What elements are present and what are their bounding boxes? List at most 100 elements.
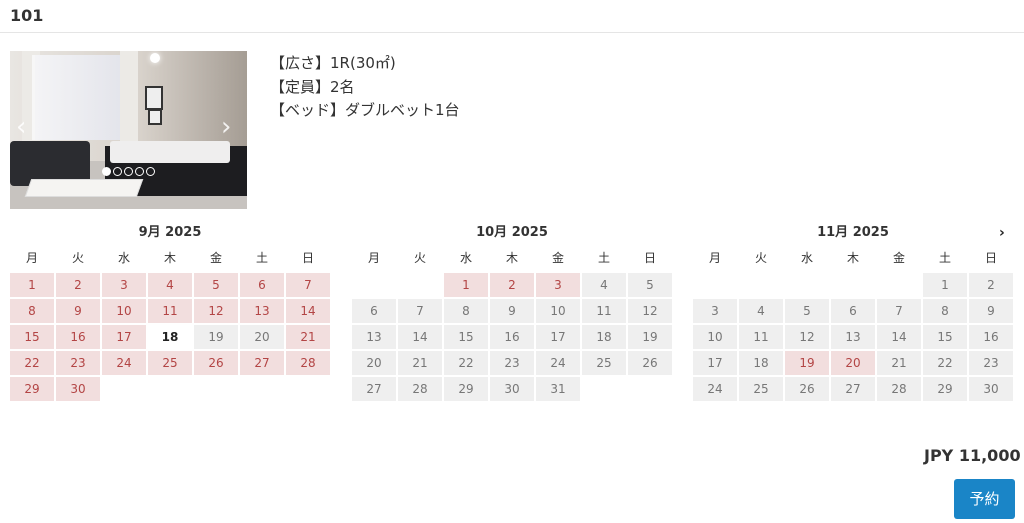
- weekday-label: 火: [71, 251, 84, 265]
- calendar-empty-cell: [398, 273, 442, 297]
- calendar-day: 5: [628, 273, 672, 297]
- calendar-day: 19: [194, 325, 238, 349]
- calendar-day: 28: [877, 377, 921, 401]
- calendar-day: 29: [444, 377, 488, 401]
- calendar-day: 30: [969, 377, 1013, 401]
- calendar-day: 6: [831, 299, 875, 323]
- carousel-dot[interactable]: [102, 167, 111, 176]
- calendar-day[interactable]: 20: [831, 351, 875, 375]
- weekday-label: 日: [643, 251, 656, 265]
- carousel-dot[interactable]: [124, 167, 133, 176]
- calendar-day[interactable]: 15: [10, 325, 54, 349]
- weekday-label: 水: [800, 251, 813, 265]
- calendar-day: 9: [490, 299, 534, 323]
- calendar-day: 1: [923, 273, 967, 297]
- carousel-dot[interactable]: [113, 167, 122, 176]
- photo-window: [32, 55, 133, 140]
- spec-size: 【広さ】1R(30㎡): [270, 54, 396, 72]
- weekday-label: 日: [301, 251, 314, 265]
- calendar-day[interactable]: 16: [56, 325, 100, 349]
- photo-table: [24, 179, 144, 197]
- room-photo-carousel[interactable]: ‹ ›: [10, 51, 247, 209]
- calendar-day[interactable]: 2: [56, 273, 100, 297]
- weekday-label: 月: [708, 251, 721, 265]
- calendar-day[interactable]: 26: [194, 351, 238, 375]
- calendar-day: 24: [693, 377, 737, 401]
- calendar-day[interactable]: 29: [10, 377, 54, 401]
- calendar-day[interactable]: 14: [286, 299, 330, 323]
- calendar-day: 8: [444, 299, 488, 323]
- calendar-day[interactable]: 2: [490, 273, 534, 297]
- calendar-day: 20: [352, 351, 396, 375]
- calendar-day[interactable]: 27: [240, 351, 284, 375]
- calendar-day[interactable]: 3: [536, 273, 580, 297]
- weekday-label: 火: [413, 251, 426, 265]
- weekday-label: 金: [892, 251, 905, 265]
- calendar-day: 17: [536, 325, 580, 349]
- calendar-day: 22: [923, 351, 967, 375]
- calendar-day[interactable]: 3: [102, 273, 146, 297]
- calendar-day: 26: [628, 351, 672, 375]
- calendar-day: 15: [923, 325, 967, 349]
- calendar-day: 7: [877, 299, 921, 323]
- room-title: 101: [10, 6, 44, 25]
- weekday-label: 水: [117, 251, 130, 265]
- room-specs: 【広さ】1R(30㎡) 【定員】2名 【ベッド】ダブルベット1台: [270, 52, 460, 123]
- book-button[interactable]: 予約: [954, 479, 1015, 519]
- photo-bedding: [110, 141, 230, 163]
- photo-lamp: [150, 53, 160, 63]
- weekday-label: 土: [255, 251, 268, 265]
- calendar-day[interactable]: 10: [102, 299, 146, 323]
- calendar-day: 2: [969, 273, 1013, 297]
- calendar-day: 8: [923, 299, 967, 323]
- calendar-day[interactable]: 13: [240, 299, 284, 323]
- calendar-empty-cell: [877, 273, 921, 297]
- calendar-day[interactable]: 25: [148, 351, 192, 375]
- calendar-day[interactable]: 23: [56, 351, 100, 375]
- chevron-right-icon[interactable]: ›: [221, 114, 231, 140]
- calendar-day: 10: [536, 299, 580, 323]
- calendar-day: 22: [444, 351, 488, 375]
- calendar-day[interactable]: 8: [10, 299, 54, 323]
- calendar-day[interactable]: 30: [56, 377, 100, 401]
- calendar-day[interactable]: 11: [148, 299, 192, 323]
- chevron-right-icon[interactable]: ›: [999, 225, 1005, 241]
- calendar-day: 11: [739, 325, 783, 349]
- calendar-day: 14: [398, 325, 442, 349]
- calendar-day: 6: [352, 299, 396, 323]
- calendar-day[interactable]: 19: [785, 351, 829, 375]
- calendar-day: 15: [444, 325, 488, 349]
- calendar-day[interactable]: 24: [102, 351, 146, 375]
- carousel-dot[interactable]: [146, 167, 155, 176]
- calendar-day[interactable]: 9: [56, 299, 100, 323]
- weekday-label: 土: [938, 251, 951, 265]
- spec-capacity: 【定員】2名: [270, 77, 355, 96]
- weekday-label: 木: [505, 251, 518, 265]
- calendar-day[interactable]: 21: [286, 325, 330, 349]
- calendar-day: 21: [877, 351, 921, 375]
- calendar-day[interactable]: 28: [286, 351, 330, 375]
- calendar-month-title: 9月 2025: [138, 225, 202, 240]
- calendar-day[interactable]: 6: [240, 273, 284, 297]
- calendar-day[interactable]: 1: [10, 273, 54, 297]
- calendar-day[interactable]: 22: [10, 351, 54, 375]
- calendar-day: 20: [240, 325, 284, 349]
- calendar-day: 27: [831, 377, 875, 401]
- calendar-day: 16: [490, 325, 534, 349]
- calendar-day[interactable]: 4: [148, 273, 192, 297]
- calendar-day: 4: [582, 273, 626, 297]
- chevron-left-icon[interactable]: ‹: [16, 114, 26, 140]
- calendar-day: 9: [969, 299, 1013, 323]
- calendar-day[interactable]: 17: [102, 325, 146, 349]
- title-divider: [0, 32, 1024, 33]
- weekday-label: 月: [25, 251, 38, 265]
- calendar-day: 23: [490, 351, 534, 375]
- calendar-day[interactable]: 1: [444, 273, 488, 297]
- calendar-day[interactable]: 5: [194, 273, 238, 297]
- calendar-month: 9月 2025 月火水木金土日 1 2 3 4 5 6 7 8 9 10 11 12 13 14 15 16 1…: [10, 224, 330, 401]
- weekday-label: 水: [459, 251, 472, 265]
- carousel-dot[interactable]: [135, 167, 144, 176]
- calendar-day[interactable]: 7: [286, 273, 330, 297]
- calendar-day[interactable]: 12: [194, 299, 238, 323]
- calendar-day: 31: [536, 377, 580, 401]
